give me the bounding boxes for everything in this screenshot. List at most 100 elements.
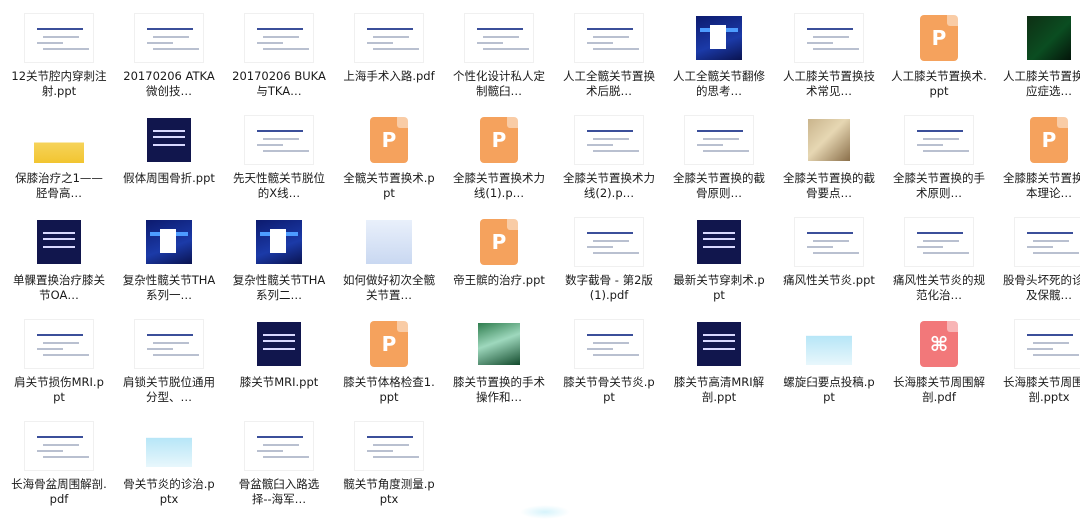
file-item[interactable]: 膝关节置换的手术操作和…	[444, 316, 554, 418]
thumbnail-area	[994, 10, 1080, 66]
file-grid: 12关节腔内穿刺注射.ppt 20170206 ATKA微创技… 20170206 …	[4, 10, 1080, 520]
file-item[interactable]: 保膝治疗之1——胫骨高…	[4, 112, 114, 214]
file-item[interactable]: 骨关节炎的诊治.pptx	[114, 418, 224, 520]
file-item[interactable]: 数字截骨 - 第2版(1).pdf	[554, 214, 664, 316]
thumbnail-area	[224, 10, 334, 66]
file-item[interactable]: 螺旋臼要点投稿.ppt	[774, 316, 884, 418]
file-item[interactable]: 膝关节骨关节炎.ppt	[554, 316, 664, 418]
thumbnail-area	[444, 10, 554, 66]
document-thumbnail	[574, 115, 644, 165]
file-name-label: 股骨头坏死的诊断及保髋…	[1003, 273, 1080, 302]
thumbnail-area	[664, 316, 774, 372]
file-item[interactable]: 膝关节MRI.ppt	[224, 316, 334, 418]
document-thumbnail	[574, 217, 644, 267]
document-thumbnail	[37, 220, 81, 264]
document-thumbnail	[244, 13, 314, 63]
file-item[interactable]: 全膝关节置换的截骨要点…	[774, 112, 884, 214]
file-item[interactable]: 全膝关节置换的手术原则…	[884, 112, 994, 214]
thumbnail-area	[994, 214, 1080, 270]
file-item[interactable]: 20170206 BUKA与TKA…	[224, 10, 334, 112]
file-item[interactable]: 20170206 ATKA微创技…	[114, 10, 224, 112]
file-item[interactable]: 复杂性髋关节THA系列二…	[224, 214, 334, 316]
file-item[interactable]: 髋关节角度测量.pptx	[334, 418, 444, 520]
file-name-label: 膝关节骨关节炎.ppt	[563, 375, 655, 404]
file-item[interactable]: 人工膝关节置换适应症选…	[994, 10, 1080, 112]
file-item[interactable]: 先天性髋关节脱位的X线…	[224, 112, 334, 214]
file-name-label: 最新关节穿刺术.ppt	[673, 273, 765, 302]
file-name-label: 单髁置换治疗膝关节OA…	[13, 273, 105, 302]
thumbnail-area: P	[334, 112, 444, 168]
file-item[interactable]: 肩锁关节脱位通用分型、…	[114, 316, 224, 418]
file-item[interactable]: 上海手术入路.pdf	[334, 10, 444, 112]
file-item[interactable]: 假体周围骨折.ppt	[114, 112, 224, 214]
file-item[interactable]: 股骨头坏死的诊断及保髋…	[994, 214, 1080, 316]
file-item[interactable]: 人工全髋关节翻修的思考…	[664, 10, 774, 112]
document-thumbnail	[147, 118, 191, 162]
file-item[interactable]: 最新关节穿刺术.ppt	[664, 214, 774, 316]
file-name-label: 长海骨盆周围解剖.pdf	[11, 477, 107, 506]
ppt-file-icon: P	[370, 117, 408, 163]
file-name-label: 帝王髌的治疗.ppt	[453, 273, 545, 287]
file-item[interactable]: 复杂性髋关节THA系列一…	[114, 214, 224, 316]
document-thumbnail	[354, 13, 424, 63]
file-name-label: 痛风性关节炎.ppt	[783, 273, 875, 287]
thumbnail-area: P	[884, 10, 994, 66]
file-name-label: 20170206 BUKA与TKA…	[232, 69, 326, 98]
ppt-file-icon: P	[920, 15, 958, 61]
ppt-file-icon: P	[480, 219, 518, 265]
file-item[interactable]: 骨盆髋臼入路选择--海军…	[224, 418, 334, 520]
document-thumbnail	[34, 117, 84, 163]
file-item[interactable]: ⌘ 长海膝关节周围解剖.pdf	[884, 316, 994, 418]
file-name-label: 髋关节角度测量.pptx	[343, 477, 435, 506]
file-item[interactable]: 12关节腔内穿刺注射.ppt	[4, 10, 114, 112]
file-item[interactable]: 长海膝关节周围解剖.pptx	[994, 316, 1080, 418]
file-item[interactable]: 个性化设计私人定制髋臼…	[444, 10, 554, 112]
thumbnail-area	[774, 112, 884, 168]
file-name-label: 复杂性髋关节THA系列二…	[232, 273, 326, 302]
file-name-label: 全膝关节置换的截骨要点…	[783, 171, 875, 200]
thumbnail-area	[224, 112, 334, 168]
thumbnail-area	[224, 316, 334, 372]
ppt-glyph: P	[381, 332, 397, 356]
thumbnail-area	[114, 10, 224, 66]
file-name-label: 数字截骨 - 第2版(1).pdf	[565, 273, 653, 302]
file-item[interactable]: 如何做好初次全髋关节置…	[334, 214, 444, 316]
file-name-label: 12关节腔内穿刺注射.ppt	[11, 69, 107, 98]
document-thumbnail	[794, 13, 864, 63]
file-name-label: 全膝关节置换术力线(1).p…	[453, 171, 545, 200]
file-item[interactable]: 人工膝关节置换技术常见…	[774, 10, 884, 112]
document-thumbnail	[1027, 16, 1071, 60]
file-item[interactable]: 全膝关节置换术力线(2).p…	[554, 112, 664, 214]
thumbnail-area	[774, 214, 884, 270]
file-item[interactable]: P 全膝膝关节置换基本理论…	[994, 112, 1080, 214]
file-item[interactable]: 长海骨盆周围解剖.pdf	[4, 418, 114, 520]
file-name-label: 如何做好初次全髋关节置…	[343, 273, 435, 302]
file-item[interactable]: 单髁置换治疗膝关节OA…	[4, 214, 114, 316]
thumbnail-area	[224, 418, 334, 474]
thumbnail-area	[114, 418, 224, 474]
thumbnail-area	[334, 418, 444, 474]
file-item[interactable]: 全膝关节置换的截骨原则…	[664, 112, 774, 214]
file-item[interactable]: P 人工膝关节置换术.ppt	[884, 10, 994, 112]
document-thumbnail	[146, 220, 192, 264]
file-item[interactable]: 人工全髋关节置换术后脱…	[554, 10, 664, 112]
thumbnail-area	[4, 316, 114, 372]
file-item[interactable]: P 帝王髌的治疗.ppt	[444, 214, 554, 316]
file-item[interactable]: 膝关节高清MRI解剖.ppt	[664, 316, 774, 418]
file-name-label: 全膝膝关节置换基本理论…	[1003, 171, 1080, 200]
file-item[interactable]: P 全髋关节置换术.ppt	[334, 112, 444, 214]
file-item[interactable]: P 膝关节体格检查1.ppt	[334, 316, 444, 418]
file-item[interactable]: 痛风性关节炎.ppt	[774, 214, 884, 316]
file-name-label: 先天性髋关节脱位的X线…	[233, 171, 325, 200]
document-thumbnail	[464, 13, 534, 63]
thumbnail-area: ⌘	[884, 316, 994, 372]
ppt-file-icon: P	[1030, 117, 1068, 163]
file-item[interactable]: 肩关节损伤MRI.ppt	[4, 316, 114, 418]
thumbnail-area	[114, 214, 224, 270]
ppt-glyph: P	[931, 26, 947, 50]
file-item[interactable]: 痛风性关节炎的规范化治…	[884, 214, 994, 316]
file-item[interactable]: P 全膝关节置换术力线(1).p…	[444, 112, 554, 214]
document-thumbnail	[1014, 217, 1080, 267]
document-thumbnail	[244, 421, 314, 471]
document-thumbnail	[806, 323, 852, 365]
